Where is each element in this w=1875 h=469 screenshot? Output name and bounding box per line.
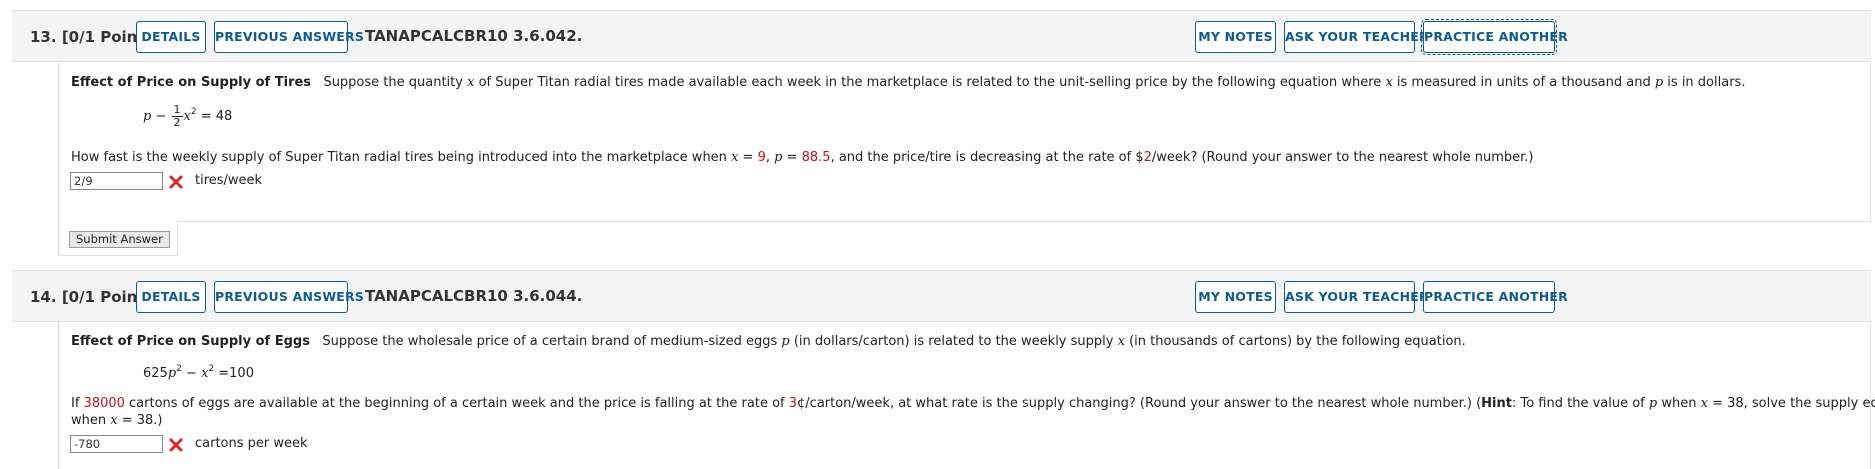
submit-area: Submit Answer — [58, 221, 178, 256]
equation-13: p − 1 2 x2 = 48 — [143, 103, 233, 129]
question-code: TANAPCALCBR10 3.6.042. — [365, 27, 583, 45]
question-14-header: 14. [0/1 Points] DETAILS PREVIOUS ANSWER… — [12, 270, 1871, 322]
practice-another-button[interactable]: PRACTICE ANOTHER — [1421, 19, 1568, 55]
question-14-prompt-line2: when x = 38.) — [71, 413, 163, 428]
incorrect-x-icon — [169, 438, 183, 452]
question-14-intro: Effect of Price on Supply of Eggs Suppos… — [71, 334, 1466, 349]
question-14-prompt: If 38000 cartons of eggs are available a… — [71, 396, 1875, 411]
details-button[interactable]: DETAILS — [136, 21, 206, 53]
question-title: Effect of Price on Supply of Tires — [71, 75, 312, 90]
ask-your-teacher-button[interactable]: ASK YOUR TEACHER — [1284, 21, 1429, 53]
question-13-intro: Effect of Price on Supply of Tires Suppo… — [71, 75, 1746, 90]
details-button[interactable]: DETAILS — [136, 281, 206, 313]
incorrect-x-icon — [169, 175, 183, 189]
question-13-prompt: How fast is the weekly supply of Super T… — [71, 150, 1534, 165]
equation-14: 625p2 − x2 =100 — [143, 364, 254, 381]
answer-input-14[interactable]: -780 — [70, 435, 163, 453]
my-notes-button[interactable]: MY NOTES — [1195, 21, 1276, 53]
practice-another-button[interactable]: PRACTICE ANOTHER — [1423, 281, 1568, 313]
answer-unit-13: tires/week — [195, 173, 263, 188]
answer-input-13[interactable]: 2/9 — [70, 172, 163, 190]
previous-answers-button[interactable]: PREVIOUS ANSWERS — [214, 21, 364, 53]
ask-your-teacher-button[interactable]: ASK YOUR TEACHER — [1284, 281, 1429, 313]
my-notes-button[interactable]: MY NOTES — [1195, 281, 1276, 313]
question-title: Effect of Price on Supply of Eggs — [71, 334, 310, 349]
submit-answer-button[interactable]: Submit Answer — [69, 231, 170, 248]
question-code: TANAPCALCBR10 3.6.044. — [365, 287, 583, 305]
answer-unit-14: cartons per week — [195, 436, 308, 451]
previous-answers-button[interactable]: PREVIOUS ANSWERS — [214, 281, 364, 313]
question-13-header: 13. [0/1 Points] DETAILS PREVIOUS ANSWER… — [12, 10, 1871, 62]
